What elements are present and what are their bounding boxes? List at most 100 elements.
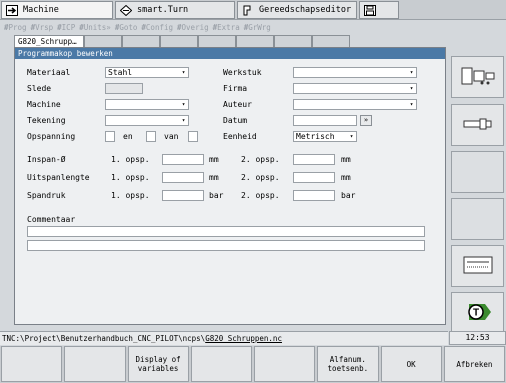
svg-text:T: T xyxy=(472,308,478,319)
auteur-select[interactable]: ▾ xyxy=(293,99,417,110)
blank-softkey[interactable] xyxy=(451,198,504,240)
menu-config[interactable]: # Config xyxy=(141,23,173,32)
dialog-title: Programmakop bewerken xyxy=(15,48,445,59)
machine-view-softkey[interactable] xyxy=(451,56,504,98)
uitspan-opsp1-field[interactable] xyxy=(162,172,204,183)
opspanning-checkbox-2[interactable] xyxy=(146,131,156,142)
arrow-right-icon xyxy=(6,4,18,16)
tab-smart-turn[interactable]: smart.Turn xyxy=(115,1,235,19)
right-softkey-column: T xyxy=(449,20,506,334)
alphanumeric-keyboard-button[interactable]: Alfanum. toetsenb. xyxy=(317,346,379,382)
calculator-icon xyxy=(463,255,493,277)
menu-grwrg[interactable]: # GrWrg xyxy=(244,23,271,32)
menu-extra[interactable]: # Extra xyxy=(213,23,240,32)
firma-select[interactable]: ▾ xyxy=(293,83,417,94)
program-header-dialog: Programmakop bewerken Materiaal Stahl ▾ … xyxy=(14,47,446,325)
materiaal-select[interactable]: Stahl ▾ xyxy=(105,67,189,78)
unit-label: mm xyxy=(209,155,219,164)
unit-label: mm xyxy=(209,173,219,182)
tool-softkey[interactable] xyxy=(451,104,504,146)
save-icon xyxy=(364,4,376,16)
grid-icon: # xyxy=(30,22,35,32)
tab-smart-turn-label: smart.Turn xyxy=(137,5,189,15)
tab-machine-label: Machine xyxy=(23,5,59,15)
tech-softkey[interactable]: T xyxy=(451,292,504,334)
machine-icon xyxy=(460,65,496,89)
opspanning-checkbox-1[interactable] xyxy=(105,131,115,142)
cancel-button[interactable]: Afbreken xyxy=(443,346,505,382)
opspanning-checkbox-3[interactable] xyxy=(188,131,198,142)
menu-prog[interactable]: # Prog xyxy=(4,23,27,32)
tab-save[interactable] xyxy=(359,1,399,19)
eenheid-select[interactable]: Metrisch ▾ xyxy=(293,131,357,142)
top-tab-bar: Machine smart.Turn Gereedschapseditor xyxy=(0,0,506,20)
commentaar-line-2[interactable] xyxy=(27,240,425,251)
unit-label: mm xyxy=(341,173,351,182)
menu-vrsp[interactable]: # Vrsp xyxy=(31,23,54,32)
blank-softkey[interactable] xyxy=(451,151,504,193)
tab-gereedschapseditor[interactable]: Gereedschapseditor xyxy=(237,1,357,19)
calculator-softkey[interactable] xyxy=(451,245,504,287)
chevron-down-icon: ▾ xyxy=(409,85,414,92)
uitspan-opsp1-label: 1. opsp. xyxy=(111,173,150,182)
chevron-down-icon: ▾ xyxy=(181,117,186,124)
grid-icon: # xyxy=(212,22,217,32)
chevron-down-icon: ▾ xyxy=(409,69,414,76)
chevron-down-icon: ▾ xyxy=(181,101,186,108)
commentaar-line-1[interactable] xyxy=(27,226,425,237)
commentaar-label: Commentaar xyxy=(27,215,76,224)
tab-gereedschapseditor-label: Gereedschapseditor xyxy=(259,5,352,15)
uitspanlengte-label: Uitspanlengte xyxy=(27,173,90,182)
grid-icon: # xyxy=(79,22,83,32)
inspan-opsp2-label: 2. opsp. xyxy=(241,155,280,164)
grid-icon: # xyxy=(243,22,248,32)
werkstuk-label: Werkstuk xyxy=(223,68,262,77)
uitspan-opsp2-label: 2. opsp. xyxy=(241,173,280,182)
eenheid-label: Eenheid xyxy=(223,132,257,141)
grid-icon: # xyxy=(114,22,119,32)
menu-units[interactable]: # Units» xyxy=(79,23,111,32)
file-path-status: TNC:\Project\Benutzerhandbuch_CNC_PILOT\… xyxy=(0,331,448,345)
path-file: G820_Schruppen.nc xyxy=(205,334,282,343)
machine-label: Machine xyxy=(27,100,61,109)
auteur-label: Auteur xyxy=(223,100,252,109)
softkey-5[interactable] xyxy=(254,346,316,382)
grid-icon: # xyxy=(4,22,8,32)
clock: 12:53 xyxy=(449,331,506,345)
tekening-select[interactable]: ▾ xyxy=(105,115,189,126)
spandruk-opsp2-field[interactable] xyxy=(293,190,335,201)
tab-machine[interactable]: Machine xyxy=(1,1,113,19)
spandruk-label: Spandruk xyxy=(27,191,66,200)
spandruk-opsp2-label: 2. opsp. xyxy=(241,191,280,200)
datum-field[interactable] xyxy=(293,115,357,126)
diamond-arrows-icon xyxy=(119,4,133,16)
path-prefix: TNC:\Project\Benutzerhandbuch_CNC_PILOT\… xyxy=(2,334,206,343)
werkstuk-select[interactable]: ▾ xyxy=(293,67,417,78)
slede-field xyxy=(105,83,143,94)
chevron-down-icon: ▾ xyxy=(181,69,186,76)
softkey-2[interactable] xyxy=(64,346,126,382)
opspanning-label: Opspanning xyxy=(27,132,76,141)
menu-goto[interactable]: # Goto xyxy=(115,23,138,32)
spandruk-opsp1-label: 1. opsp. xyxy=(111,191,150,200)
uitspan-opsp2-field[interactable] xyxy=(293,172,335,183)
inspan-opsp1-field[interactable] xyxy=(162,154,204,165)
menu-overig[interactable]: # Overig xyxy=(177,23,209,32)
softkey-1[interactable] xyxy=(1,346,63,382)
unit-label: mm xyxy=(341,155,351,164)
display-variables-button[interactable]: Display of variables xyxy=(127,346,189,382)
datum-label: Datum xyxy=(223,116,248,125)
spandruk-opsp1-field[interactable] xyxy=(162,190,204,201)
unit-label: bar xyxy=(209,191,224,200)
machine-select[interactable]: ▾ xyxy=(105,99,189,110)
ok-button[interactable]: OK xyxy=(380,346,442,382)
tekening-label: Tekening xyxy=(27,116,66,125)
datum-picker-button[interactable]: » xyxy=(360,115,372,126)
chevron-down-icon: ▾ xyxy=(409,101,414,108)
t-arrow-icon: T xyxy=(463,301,493,325)
inspan-opsp2-field[interactable] xyxy=(293,154,335,165)
menu-icp[interactable]: # ICP xyxy=(57,23,75,32)
menu-toolbar: # Prog # Vrsp # ICP # Units» # Goto # Config #… xyxy=(0,20,448,34)
inspan-opsp1-label: 1. opsp. xyxy=(111,155,150,164)
softkey-4[interactable] xyxy=(190,346,252,382)
